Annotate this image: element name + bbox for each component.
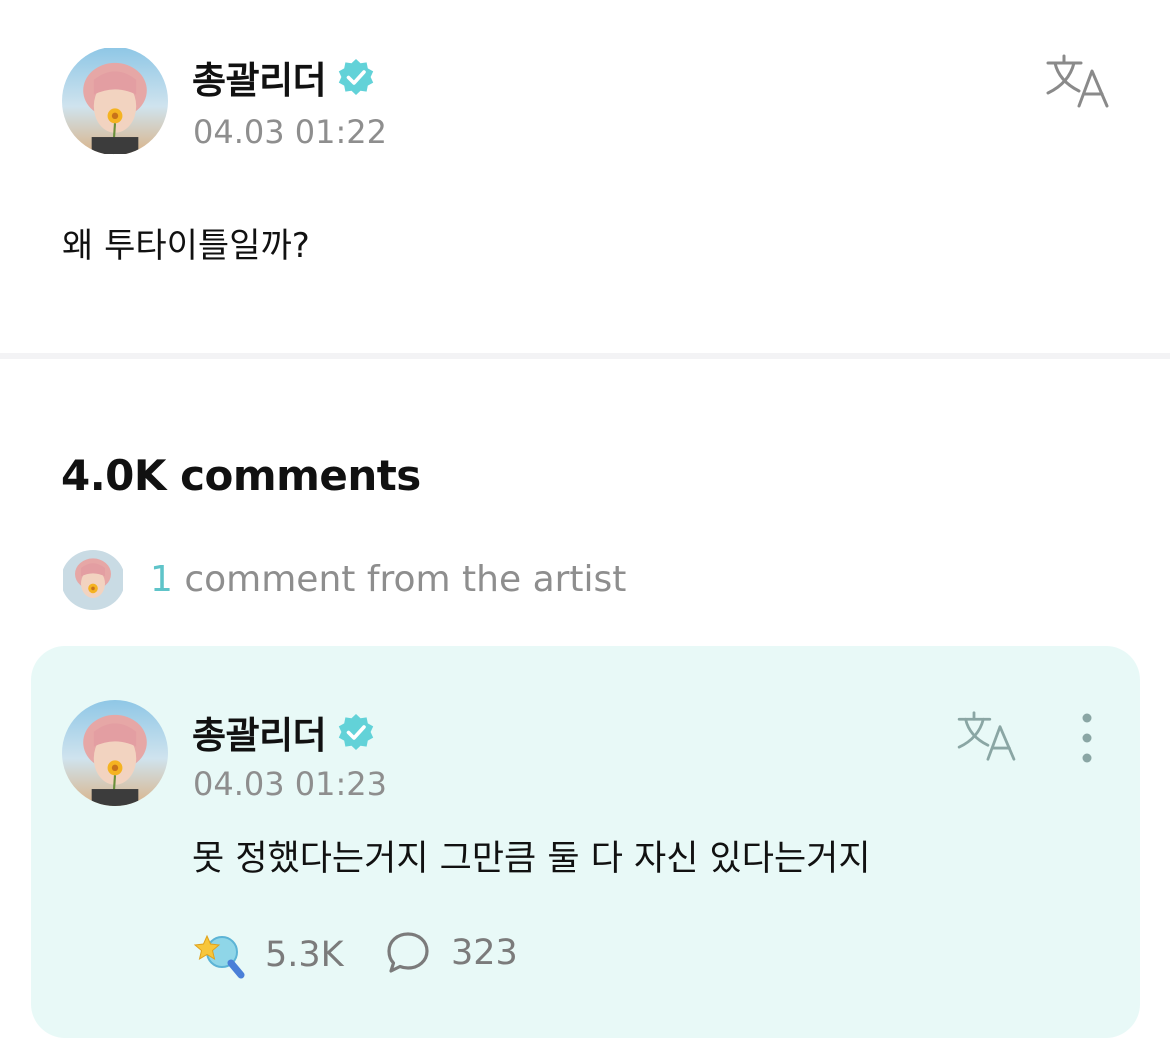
verified-badge-icon [336,712,376,752]
artist-comment-count: 1 [150,559,173,600]
speech-bubble-icon [387,932,429,973]
avatar-image [63,550,123,610]
like-count: 5.3K [265,935,344,975]
star-magnifier-like-icon [193,934,245,979]
comment-author-avatar[interactable] [62,700,168,806]
post-detail-page: 총괄리더 04.03 01:22 왜 투타이틀일까? 4.0K comments [0,0,1170,1048]
comments-count-title: 4.0K comments [61,451,421,500]
avatar-image [62,700,168,806]
post-author[interactable]: 총괄리더 [192,50,376,104]
post-author-name[interactable]: 총괄리더 [192,50,327,104]
verified-badge-icon [336,57,376,97]
comment-author[interactable]: 총괄리더 [192,705,376,759]
comment-text: 못 정했다는거지 그만큼 둘 다 자신 있다는거지 [192,839,871,879]
avatar-image [62,48,168,155]
post-body-text: 왜 투타이틀일까? [62,226,310,266]
like-button[interactable]: 5.3K [193,930,344,980]
artist-comments-link[interactable]: 1 comment from the artist [150,559,626,600]
post-timestamp: 04.03 01:22 [193,113,387,151]
translate-icon[interactable] [1045,53,1111,109]
comment-author-name[interactable]: 총괄리더 [192,705,327,759]
more-vertical-icon[interactable] [1072,712,1102,764]
reply-button[interactable]: 323 [385,930,518,976]
artist-comment-label: comment from the artist [172,559,627,600]
post-author-avatar[interactable] [62,47,168,155]
section-divider [0,353,1170,359]
artist-comment-avatar [61,550,125,610]
translate-icon[interactable] [956,710,1018,762]
reply-count: 323 [451,933,518,973]
comment-timestamp: 04.03 01:23 [193,765,387,803]
